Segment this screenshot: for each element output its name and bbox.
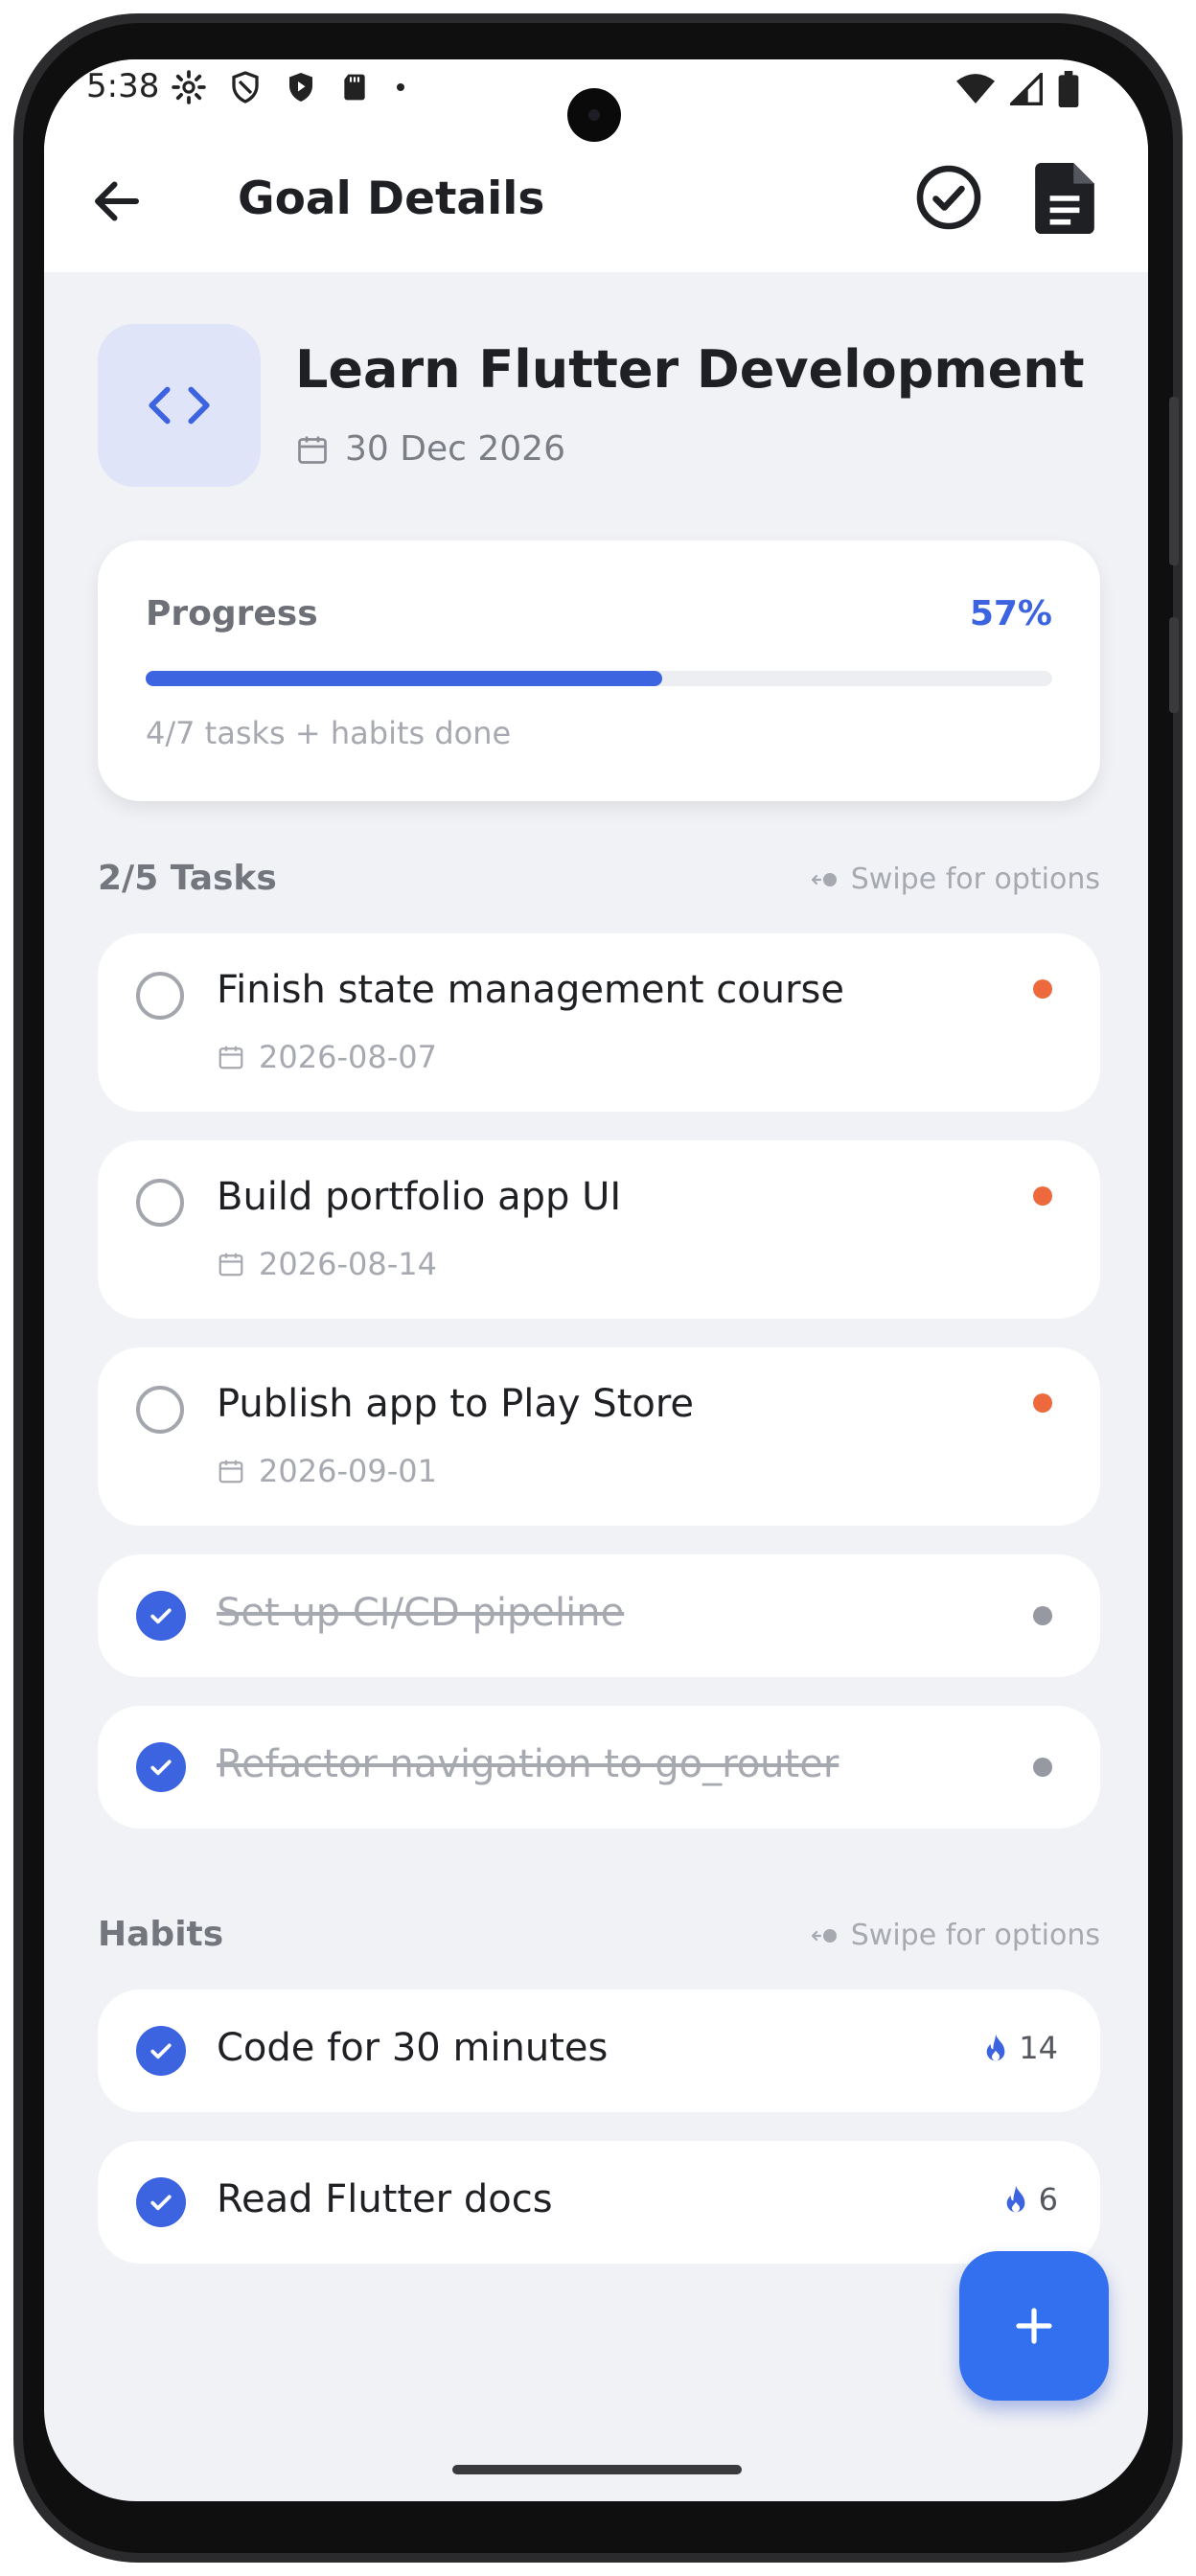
task-checkbox-checked[interactable] (136, 1591, 186, 1641)
wifi-icon (956, 74, 995, 104)
code-icon (149, 386, 210, 425)
plus-icon (1016, 2308, 1052, 2344)
progress-summary: 4/7 tasks + habits done (146, 715, 512, 751)
settings-icon (172, 70, 206, 104)
habit-checkbox-checked[interactable] (136, 2177, 186, 2227)
task-title: Build portfolio app UI (217, 1175, 622, 1219)
swipe-hint-text: Swipe for options (850, 862, 1100, 896)
task-date: 2026-08-14 (217, 1246, 437, 1282)
task-card[interactable]: Build portfolio app UI 2026-08-14 (98, 1140, 1100, 1319)
document-icon[interactable] (1033, 163, 1096, 234)
signal-icon (1010, 73, 1043, 105)
habit-streak: 14 (982, 2030, 1058, 2066)
shield-play-icon (289, 73, 312, 102)
priority-dot (1033, 1606, 1052, 1625)
checkmark-icon (150, 1760, 172, 1776)
task-card[interactable]: Finish state management course 2026-08-0… (98, 933, 1100, 1112)
sd-card-icon (344, 74, 365, 101)
priority-dot (1033, 979, 1052, 999)
swipe-icon (811, 872, 837, 886)
goal-date: 30 Dec 2026 (295, 429, 565, 469)
task-card[interactable]: Refactor navigation to go_router (98, 1706, 1100, 1828)
app-bar: 5:38 Goal Details (44, 59, 1148, 272)
task-date-text: 2026-08-07 (259, 1039, 437, 1075)
add-button[interactable] (959, 2251, 1109, 2401)
battery-icon (1058, 71, 1079, 107)
habit-streak-count: 14 (1019, 2030, 1058, 2066)
progress-bar (146, 671, 1052, 686)
task-date-text: 2026-08-14 (259, 1246, 437, 1282)
progress-bar-fill (146, 671, 663, 686)
goal-category-icon (98, 324, 261, 487)
status-time: 5:38 (86, 67, 160, 105)
habit-checkbox-checked[interactable] (136, 2026, 186, 2076)
shield-outline-icon (232, 71, 259, 104)
complete-goal-icon[interactable] (914, 163, 983, 232)
task-title: Set up CI/CD pipeline (217, 1591, 625, 1635)
priority-dot (1033, 1186, 1052, 1206)
priority-dot (1033, 1393, 1052, 1413)
flame-icon (1006, 2185, 1024, 2213)
task-date: 2026-09-01 (217, 1453, 437, 1489)
habit-streak: 6 (1002, 2181, 1058, 2218)
habit-title: Code for 30 minutes (217, 2026, 609, 2070)
goal-title: Learn Flutter Development (295, 339, 1085, 400)
swipe-icon (811, 1928, 837, 1943)
app-screen: 5:38 Goal Details Learn Flutter Developm… (44, 59, 1148, 2501)
habit-card[interactable]: Code for 30 minutes 14 (98, 1990, 1100, 2112)
flame-icon (986, 2034, 1005, 2061)
power-button (1169, 617, 1179, 713)
task-title: Publish app to Play Store (217, 1382, 695, 1426)
task-date: 2026-08-07 (217, 1039, 437, 1075)
checkmark-icon (150, 2195, 172, 2211)
swipe-hint-text: Swipe for options (850, 1919, 1100, 1952)
task-checkbox[interactable] (136, 972, 184, 1020)
checkmark-icon (150, 1608, 172, 1624)
progress-label: Progress (146, 594, 318, 633)
habit-streak-count: 6 (1038, 2181, 1058, 2218)
task-title: Refactor navigation to go_router (217, 1742, 840, 1786)
habits-swipe-hint: Swipe for options (811, 1919, 1100, 1952)
task-date-text: 2026-09-01 (259, 1453, 437, 1489)
back-arrow-icon[interactable] (88, 172, 146, 230)
priority-dot (1033, 1758, 1052, 1777)
calendar-icon (298, 436, 327, 464)
task-card[interactable]: Publish app to Play Store 2026-09-01 (98, 1347, 1100, 1526)
home-indicator[interactable] (452, 2465, 742, 2474)
habits-heading: Habits (98, 1915, 224, 1954)
habit-card[interactable]: Read Flutter docs 6 (98, 2141, 1100, 2264)
calendar-icon (218, 1046, 243, 1070)
calendar-icon (218, 1460, 243, 1484)
task-title: Finish state management course (217, 968, 844, 1012)
notification-dot-icon (397, 83, 404, 91)
checkmark-icon (150, 2043, 172, 2059)
task-checkbox[interactable] (136, 1179, 184, 1227)
page-title: Goal Details (238, 172, 545, 225)
task-card[interactable]: Set up CI/CD pipeline (98, 1554, 1100, 1677)
goal-date-text: 30 Dec 2026 (345, 429, 565, 469)
volume-button (1169, 397, 1179, 565)
progress-card: Progress 57% 4/7 tasks + habits done (98, 540, 1100, 801)
task-checkbox[interactable] (136, 1386, 184, 1434)
habit-title: Read Flutter docs (217, 2177, 553, 2221)
tasks-swipe-hint: Swipe for options (811, 862, 1100, 896)
tasks-heading: 2/5 Tasks (98, 859, 277, 898)
calendar-icon (218, 1253, 243, 1276)
front-camera (567, 88, 621, 142)
progress-percent: 57% (969, 594, 1052, 633)
task-checkbox-checked[interactable] (136, 1742, 186, 1792)
